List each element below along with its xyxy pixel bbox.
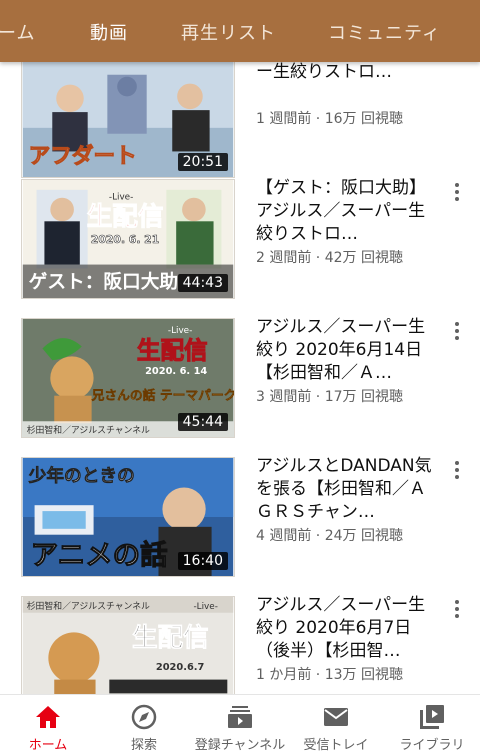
thumbnail-footer: 杉田智和／アジルスチャンネル xyxy=(27,600,150,612)
nav-home-label: ホーム xyxy=(28,738,68,753)
more-options-icon[interactable] xyxy=(450,598,464,620)
thumbnail-date: 2020. 6. 21 xyxy=(91,233,159,246)
more-options-icon[interactable] xyxy=(450,181,464,203)
video-thumbnail[interactable]: -Live- 生配信 2020. 6. 14 兄さんの話 テーマパークの… 杉田… xyxy=(21,318,235,438)
home-icon xyxy=(36,706,60,728)
tab-playlists[interactable]: 再生リスト xyxy=(181,19,276,45)
video-item[interactable]: 少年のときの アニメの話 16:40 アジルスとDANDAN気を張る【杉田智和／… xyxy=(0,455,480,589)
video-title[interactable]: 【ゲスト：阪口大助】アジルス／スーパー生絞りストロ… xyxy=(256,177,434,246)
compass-icon xyxy=(131,704,157,730)
video-item[interactable]: -Live- 生配信 2020. 6. 21 ゲスト：阪口大助 44:43 【ゲ… xyxy=(0,177,480,311)
channel-tab-bar: ーム 動画 再生リスト コミュニティ xyxy=(0,0,480,62)
tab-community[interactable]: コミュニティ xyxy=(328,19,441,45)
video-meta: 1 か月前 · 13万 回視聴 xyxy=(256,667,403,683)
thumbnail-title: 少年のときの xyxy=(28,465,135,487)
thumbnail-footer: 杉田智和／アジルスチャンネル xyxy=(27,424,150,436)
video-title[interactable]: アジルス／スーパー生絞り 2020年6月7日（後半）【杉田智… xyxy=(256,594,434,663)
video-meta: 3 週間前 · 17万 回視聴 xyxy=(256,389,403,405)
inbox-icon xyxy=(324,708,348,726)
video-thumbnail[interactable]: 少年のときの アニメの話 16:40 xyxy=(21,457,235,577)
thumbnail-caption: ゲスト：阪口大助 xyxy=(29,271,178,293)
nav-inbox-label: 受信トレイ xyxy=(303,738,369,753)
nav-inbox[interactable]: 受信トレイ xyxy=(288,695,384,756)
video-thumbnail[interactable]: -Live- 生配信 2020. 6. 21 ゲスト：阪口大助 44:43 xyxy=(21,179,235,299)
video-thumbnail[interactable]: アフダート 20:51 xyxy=(21,62,235,178)
thumbnail-title: アフダート xyxy=(29,143,137,169)
library-icon xyxy=(420,705,444,729)
tab-home[interactable]: ーム xyxy=(0,19,35,45)
video-item[interactable]: アフダート 20:51 助】アジルス／スーパー生絞りストロ… 1 週間前 · 1… xyxy=(0,62,480,178)
video-item[interactable]: 杉田智和／アジルスチャンネル -Live- 生配信 2020.6.7 アジルス／… xyxy=(0,594,480,694)
thumbnail-tag: -Live- xyxy=(168,326,192,336)
video-item[interactable]: -Live- 生配信 2020. 6. 14 兄さんの話 テーマパークの… 杉田… xyxy=(0,316,480,450)
thumbnail-date: 2020. 6. 14 xyxy=(145,366,207,377)
subscriptions-icon xyxy=(228,706,252,728)
video-title[interactable]: アジルスとDANDAN気を張る【杉田智和／ＡＧＲＳチャン… xyxy=(256,455,434,524)
video-duration: 44:43 xyxy=(177,274,228,292)
video-list: アフダート 20:51 助】アジルス／スーパー生絞りストロ… 1 週間前 · 1… xyxy=(0,62,480,694)
video-title[interactable]: アジルス／スーパー生絞り 2020年6月14日【杉田智和／Ａ… xyxy=(256,316,434,385)
video-duration: 20:51 xyxy=(177,153,228,171)
thumbnail-caption: 兄さんの話 テーマパークの… xyxy=(91,388,234,404)
nav-library[interactable]: ライブラリ xyxy=(384,695,480,756)
thumbnail-title: 生配信 xyxy=(132,623,209,653)
video-meta: 2 週間前 · 42万 回視聴 xyxy=(256,250,403,266)
thumbnail-tag: -Live- xyxy=(193,602,217,612)
thumbnail-date: 2020.6.7 xyxy=(156,662,205,673)
tab-videos[interactable]: 動画 xyxy=(90,19,128,45)
video-duration: 45:44 xyxy=(177,413,228,431)
more-options-icon[interactable] xyxy=(450,459,464,481)
nav-explore-label: 探索 xyxy=(130,738,157,753)
nav-library-label: ライブラリ xyxy=(399,738,465,753)
thumbnail-caption: アニメの話 xyxy=(31,539,168,571)
video-duration: 16:40 xyxy=(177,552,228,570)
nav-home[interactable]: ホーム xyxy=(0,695,96,756)
nav-subscriptions-label: 登録チャンネル xyxy=(194,738,286,753)
thumbnail-art: 杉田智和／アジルスチャンネル -Live- 生配信 2020.6.7 xyxy=(22,597,234,694)
video-title[interactable]: 助】アジルス／スーパー生絞りストロ… xyxy=(256,62,434,84)
more-options-icon[interactable] xyxy=(450,320,464,342)
bottom-navigation: ホーム 探索 登録チャンネル 受信トレイ ライブラリ xyxy=(0,694,480,756)
video-meta: 1 週間前 · 16万 回視聴 xyxy=(256,111,403,127)
thumbnail-tag: -Live- xyxy=(109,193,133,203)
nav-subscriptions[interactable]: 登録チャンネル xyxy=(192,695,288,756)
thumbnail-title: 生配信 xyxy=(87,202,164,232)
nav-explore[interactable]: 探索 xyxy=(96,695,192,756)
video-thumbnail[interactable]: 杉田智和／アジルスチャンネル -Live- 生配信 2020.6.7 xyxy=(21,596,235,694)
video-meta: 4 週間前 · 24万 回視聴 xyxy=(256,528,403,544)
thumbnail-title: 生配信 xyxy=(137,336,208,364)
